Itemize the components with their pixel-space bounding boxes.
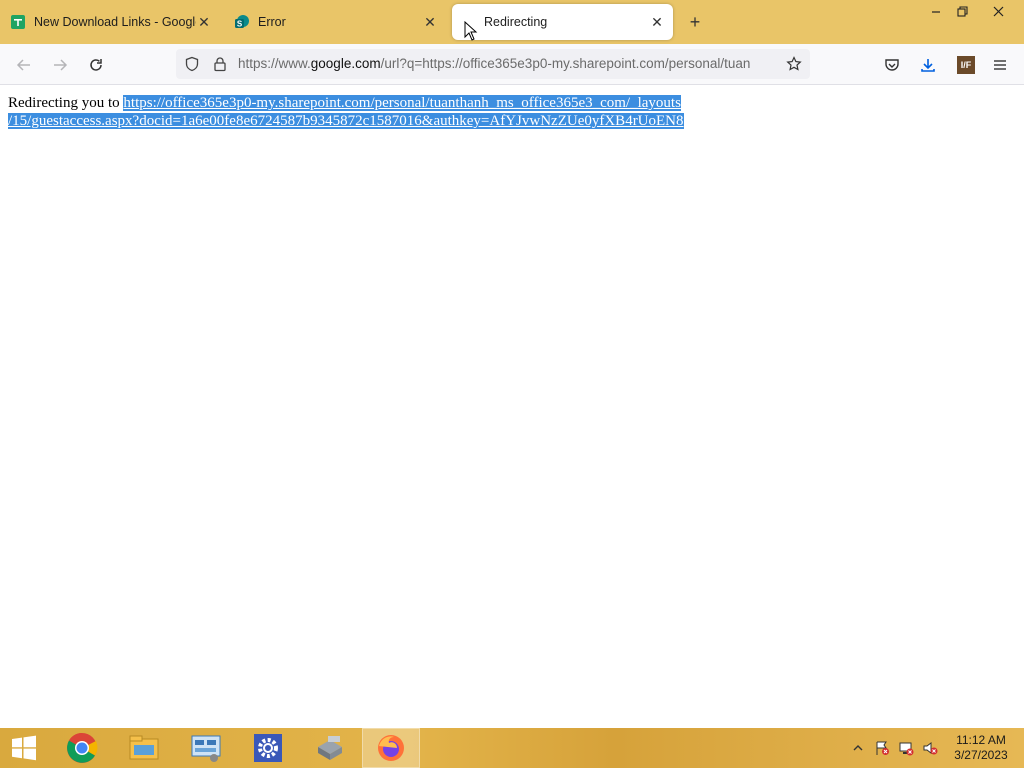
tab-title: Redirecting <box>484 15 548 29</box>
taskbar-file-explorer[interactable] <box>114 728 174 768</box>
tab-title: New Download Links - Google <box>34 15 196 29</box>
redirect-intro-text: Redirecting you to <box>8 95 124 111</box>
back-button[interactable] <box>12 53 36 77</box>
network-app-icon <box>191 735 221 762</box>
url-prefix: https://www. <box>238 56 311 71</box>
volume-muted-icon[interactable] <box>922 740 938 756</box>
lock-icon[interactable] <box>212 56 228 77</box>
url-text: https://www.google.com/url?q=https://off… <box>238 56 773 71</box>
redirect-link-line2: /15/guestaccess.aspx?docid=1a6e00fe8e672… <box>8 113 684 129</box>
clock-date: 3/27/2023 <box>954 748 1008 762</box>
tab-new-download-links[interactable]: New Download Links - Google ✕ <box>4 4 218 40</box>
close-tab-icon[interactable]: ✕ <box>422 14 438 30</box>
extension-badge: I/F <box>957 56 975 74</box>
menu-hamburger-icon[interactable] <box>988 53 1012 77</box>
forward-button[interactable] <box>48 53 72 77</box>
chrome-icon <box>67 733 98 763</box>
action-center-flag-icon[interactable] <box>874 740 890 756</box>
tracking-protection-shield-icon[interactable] <box>184 56 200 77</box>
pocket-icon[interactable] <box>880 53 904 77</box>
file-explorer-icon <box>129 735 159 760</box>
url-path: /url?q=https://office365e3p0-my.sharepoi… <box>380 56 751 71</box>
start-button[interactable] <box>0 728 48 768</box>
google-sheets-icon <box>10 14 26 30</box>
storage-app-icon <box>318 736 342 760</box>
network-status-icon[interactable] <box>898 740 914 756</box>
redirect-message: Redirecting you to https://office365e3p0… <box>8 94 748 130</box>
close-tab-icon[interactable]: ✕ <box>196 14 212 30</box>
tab-redirecting[interactable]: Redirecting ✕ <box>452 4 673 40</box>
reload-button[interactable] <box>84 53 108 77</box>
firefox-icon <box>378 735 404 761</box>
clock-time: 11:12 AM <box>956 733 1006 747</box>
svg-text:S: S <box>237 20 243 29</box>
address-bar[interactable]: https://www.google.com/url?q=https://off… <box>176 49 810 79</box>
windows-start-icon <box>12 735 36 761</box>
taskbar-settings[interactable] <box>238 728 298 768</box>
close-tab-icon[interactable]: ✕ <box>649 14 665 30</box>
extension-icon[interactable]: I/F <box>954 53 978 77</box>
taskbar: 11:12 AM 3/27/2023 <box>0 728 1024 768</box>
taskbar-network-app[interactable] <box>176 728 236 768</box>
downloads-icon[interactable] <box>916 53 940 77</box>
system-clock[interactable]: 11:12 AM 3/27/2023 <box>946 733 1016 763</box>
bookmark-star-icon[interactable] <box>786 56 802 77</box>
taskbar-storage-app[interactable] <box>300 728 360 768</box>
new-tab-button[interactable]: + <box>686 12 704 32</box>
sharepoint-icon: S <box>234 14 250 30</box>
restore-button[interactable] <box>947 0 977 22</box>
taskbar-firefox[interactable] <box>362 728 420 768</box>
show-hidden-icons-chevron-icon[interactable] <box>850 740 866 756</box>
redirect-link-line1: https://office365e3p0-my.sharepoint.com/… <box>123 95 681 111</box>
taskbar-chrome[interactable] <box>52 728 112 768</box>
close-window-button[interactable] <box>983 0 1013 22</box>
tab-strip: New Download Links - Google ✕ S Error ✕ … <box>0 0 1024 44</box>
settings-gear-icon <box>254 734 282 762</box>
tab-error[interactable]: S Error ✕ <box>228 4 444 40</box>
navigation-toolbar: https://www.google.com/url?q=https://off… <box>0 44 1024 85</box>
tab-title: Error <box>258 15 286 29</box>
url-domain: google.com <box>310 56 381 71</box>
mouse-cursor-icon <box>464 21 478 41</box>
page-content: Redirecting you to https://office365e3p0… <box>0 21 1024 728</box>
